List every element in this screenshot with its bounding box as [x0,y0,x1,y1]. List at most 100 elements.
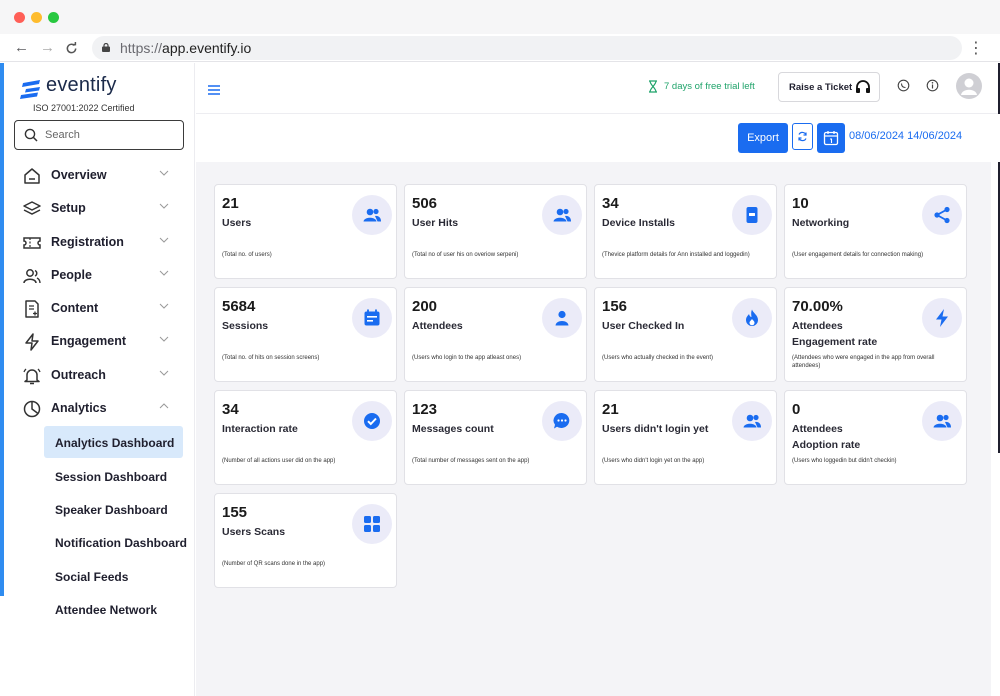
date-picker-button[interactable] [817,123,845,153]
sidebar-subitem-speaker-dashboard[interactable]: Speaker Dashboard [0,491,195,524]
sidebar-item-people[interactable]: People [0,258,195,291]
stat-value: 34 [222,401,239,418]
whatsapp-icon[interactable] [897,79,910,92]
stat-description: (Users who loggedin but didn't checkin) [792,458,897,464]
lightning-icon [25,333,39,352]
browser-toolbar: ← → https://app.eventify.io ⋮ [0,34,1000,62]
stat-value: 506 [412,195,438,212]
calendar-icon [352,298,392,338]
sidebar-item-analytics[interactable]: Analytics [0,391,195,424]
sidebar-subitem-label: Attendee Network [55,602,158,617]
stat-title: Interaction rate [222,421,298,437]
stat-card[interactable]: 5684 Sessions (Total no. of hits on sessio… [214,287,397,382]
sidebar-subitem-analytics-dashboard[interactable]: Analytics Dashboard [0,424,195,459]
sidebar-menu: Overview Setup Registration People Conte… [0,158,195,624]
sidebar-subitem-label: Session Dashboard [55,469,168,484]
stat-title: Messages count [412,421,494,437]
refresh-button[interactable] [792,123,813,150]
eventify-logo-icon [20,80,40,99]
sidebar-item-label: Analytics [51,401,107,416]
action-bar: Export 08/06/2024 14/06/2024 [196,114,1000,162]
stat-title: User Checked In [602,318,684,334]
stat-title: Attendees Engagement rate [792,318,877,350]
lock-icon [102,43,110,52]
browser-menu-icon[interactable]: ⋮ [968,38,984,58]
app-header: 7 days of free trial left Raise a Ticket [196,63,1000,114]
stat-title-line: Adoption rate [792,439,861,451]
share-icon [922,195,962,235]
stat-title-line: Users [222,217,252,229]
sidebar-item-content[interactable]: Content [0,291,195,324]
stat-value: 21 [222,195,239,212]
stat-description: (Attendees who were engaged in the app f… [792,355,935,369]
stat-description: (Number of QR scans done in the app) [222,561,326,567]
sidebar-subitem-label: Speaker Dashboard [55,502,168,517]
bolt-icon [922,298,962,338]
stat-title: User Hits [412,215,458,231]
users-icon [922,401,962,441]
stat-title: Users didn't login yet [602,421,708,437]
stat-card[interactable]: 34 Interaction rate (Number of all actions… [214,390,397,485]
sidebar-item-label: People [51,267,92,282]
stat-description: (Total no of user his on overiow serpeni… [412,252,519,258]
raise-ticket-button[interactable]: Raise a Ticket [778,72,880,102]
brand-name: eventify [46,74,117,96]
bell-icon [23,368,41,385]
stat-title: Device Installs [602,215,675,231]
stat-card[interactable]: 21 Users (Total no. of users) [214,184,397,279]
stat-card[interactable]: 10 Networking (User engagement details for… [784,184,967,279]
stat-description: (Number of all actions user did on the a… [222,458,336,464]
stat-description: (Total number of messages sent on the ap… [412,458,530,464]
document-add-icon [25,300,39,318]
chevron-down-icon [159,303,169,309]
sidebar-subitem-session-dashboard[interactable]: Session Dashboard [0,458,195,491]
search-input[interactable]: Search [14,120,184,150]
users-icon [352,195,392,235]
stat-card[interactable]: 21 Users didn't login yet (Users who didn'… [594,390,777,485]
sidebar-item-setup[interactable]: Setup [0,191,195,224]
stat-description: (Users who login to the app atleast ones… [412,355,522,361]
stat-card[interactable]: 506 User Hits (Total no of user his on ove… [404,184,587,279]
stat-title: Networking [792,215,849,231]
chevron-down-icon [159,337,169,343]
sidebar-subitem-notification-dashboard[interactable]: Notification Dashboard [0,524,195,557]
info-icon[interactable] [926,79,939,92]
window-edge-accent [0,63,4,596]
stat-card[interactable]: 34 Device Installs (Thevice platform detai… [594,184,777,279]
minimize-window-button[interactable] [31,12,42,23]
address-bar[interactable]: https://app.eventify.io [92,36,962,60]
stat-title-line: User Checked In [602,320,685,332]
chat-icon [542,401,582,441]
close-window-button[interactable] [14,12,25,23]
users-icon [732,401,772,441]
chevron-down-icon [159,170,169,176]
grid-icon [352,504,392,544]
stat-card[interactable]: 200 Attendees (Users who login to the app … [404,287,587,382]
sidebar-item-registration[interactable]: Registration [0,225,195,258]
sidebar-item-engagement[interactable]: Engagement [0,324,195,357]
forward-arrow-icon[interactable]: → [40,38,55,58]
chevron-down-icon [159,203,169,210]
sidebar: eventify ISO 27001:2022 Certified Search… [0,63,195,696]
hourglass-icon [649,80,657,93]
user-avatar[interactable] [956,73,982,99]
stat-card[interactable]: 155 Users Scans (Number of QR scans done i… [214,493,397,588]
sidebar-subitem-social-feeds[interactable]: Social Feeds [0,558,195,591]
sidebar-item-overview[interactable]: Overview [0,158,195,191]
maximize-window-button[interactable] [48,12,59,23]
stat-card[interactable]: 123 Messages count (Total number of messag… [404,390,587,485]
reload-icon[interactable] [65,38,78,61]
hamburger-menu-icon[interactable] [208,85,220,95]
device-icon [732,195,772,235]
back-arrow-icon[interactable]: ← [14,38,29,58]
sidebar-item-outreach[interactable]: Outreach [0,358,195,391]
stat-card[interactable]: 70.00% Attendees Engagement rate (Attendees… [784,287,967,382]
stat-card[interactable]: 0 Attendees Adoption rate (Users who logged… [784,390,967,485]
stat-value: 5684 [222,298,256,315]
stat-card[interactable]: 156 User Checked In (Users who actually ch… [594,287,777,382]
date-range-text[interactable]: 08/06/2024 14/06/2024 [849,130,962,142]
sidebar-subitem-attendee-network[interactable]: Attendee Network [0,591,195,624]
users-icon [542,195,582,235]
dashboard-content: 21 Users (Total no. of users) 506 User Hits (… [196,162,991,696]
export-button[interactable]: Export [738,123,788,153]
